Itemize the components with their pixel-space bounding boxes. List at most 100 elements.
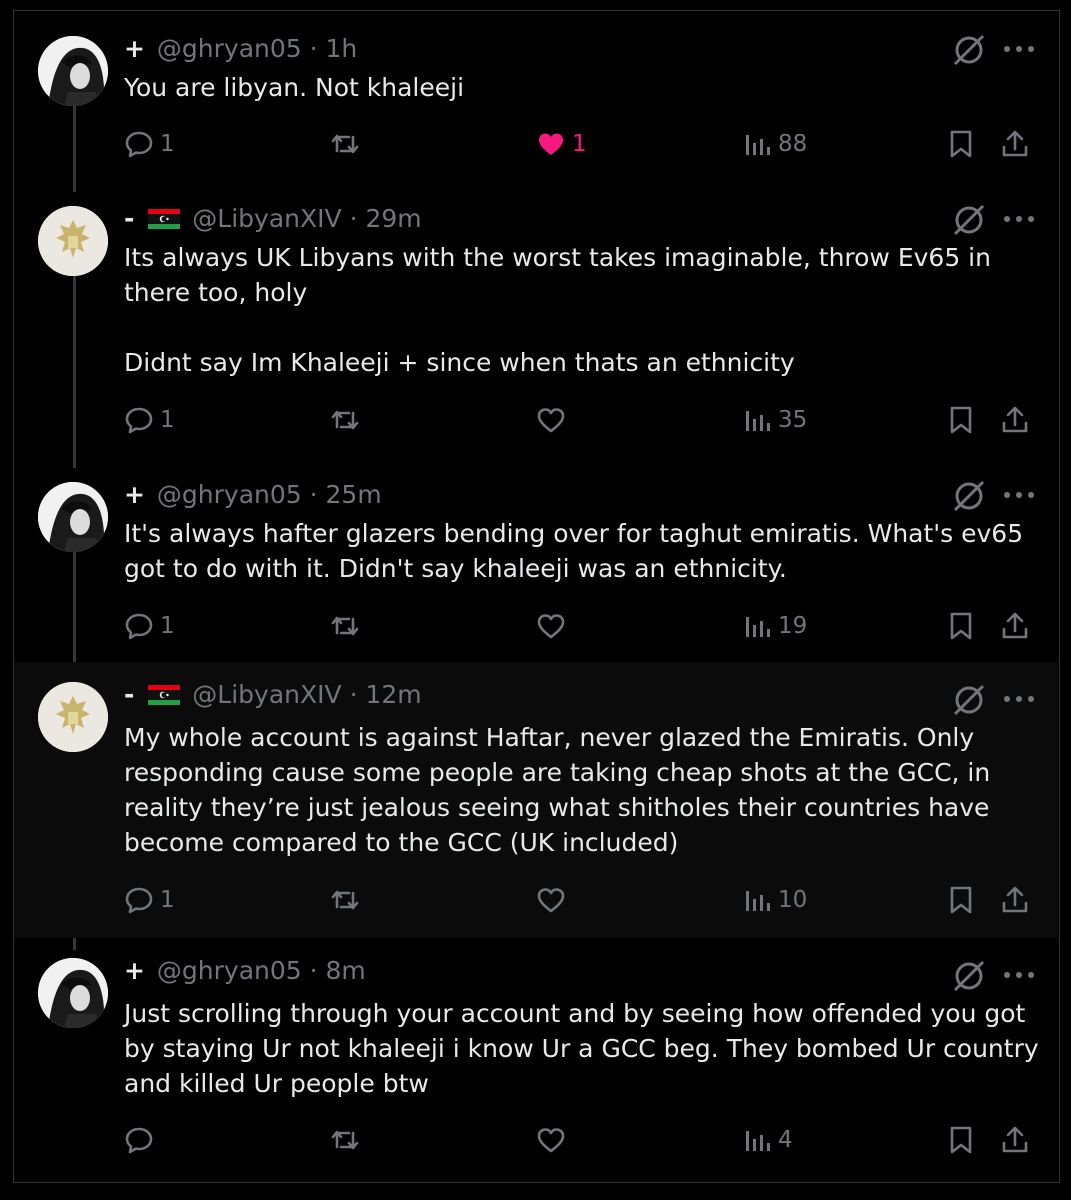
retweet-button[interactable]: [330, 124, 366, 164]
retweet-button[interactable]: [330, 880, 366, 920]
retweet-button[interactable]: [330, 606, 366, 646]
avatar[interactable]: [38, 682, 108, 752]
bookmark-icon: [950, 130, 972, 158]
like-button[interactable]: [536, 1120, 572, 1160]
avatar[interactable]: [38, 206, 108, 276]
share-button[interactable]: [1000, 880, 1030, 920]
like-button[interactable]: [536, 606, 572, 646]
views-button[interactable]: 4: [742, 1120, 793, 1160]
tweet-text: Just scrolling through your account and …: [124, 999, 1039, 1098]
user-handle[interactable]: @LibyanXIV: [192, 204, 341, 233]
timestamp[interactable]: 1h: [326, 34, 358, 63]
user-handle[interactable]: @ghryan05: [157, 34, 302, 63]
share-icon: [1002, 886, 1028, 913]
views-button[interactable]: 35: [742, 400, 807, 440]
retweet-icon: [331, 134, 359, 154]
separator-dot: ·: [349, 204, 358, 233]
reply-icon: [125, 407, 153, 434]
retweet-icon: [331, 616, 359, 636]
share-button[interactable]: [1000, 606, 1030, 646]
share-button[interactable]: [1000, 1120, 1030, 1160]
label-prefix: +: [124, 34, 145, 63]
bookmark-button[interactable]: [946, 880, 976, 920]
tweet-text: You are libyan. Not khaleeji: [124, 73, 465, 102]
views-icon: [746, 1131, 770, 1151]
tweet[interactable]: + @ghryan05 · 25m It's always hafter gla…: [14, 470, 1058, 660]
avatar[interactable]: [38, 958, 108, 1028]
views-button[interactable]: 10: [742, 880, 807, 920]
label-prefix: +: [124, 956, 145, 985]
separator-dot: ·: [309, 480, 318, 509]
grok-icon[interactable]: [951, 682, 987, 718]
more-icon[interactable]: [1002, 490, 1036, 500]
like-count: 1: [572, 131, 587, 157]
tweet-highlighted[interactable]: - @LibyanXIV · 12m My whole account is a…: [14, 662, 1058, 938]
like-icon: [537, 408, 565, 433]
share-button[interactable]: [1000, 124, 1030, 164]
action-bar: 4: [124, 1120, 1054, 1160]
like-icon: [539, 133, 563, 155]
reply-button[interactable]: 1: [124, 880, 175, 920]
user-handle[interactable]: @LibyanXIV: [192, 680, 341, 709]
reply-button[interactable]: 1: [124, 606, 175, 646]
retweet-button[interactable]: [330, 400, 366, 440]
tweet[interactable]: + @ghryan05 · 1h You are libyan. Not kha…: [14, 24, 1058, 174]
grok-icon[interactable]: [951, 958, 987, 994]
reply-count: 1: [160, 131, 175, 157]
grok-icon[interactable]: [951, 32, 987, 68]
timestamp[interactable]: 12m: [365, 680, 421, 709]
more-icon[interactable]: [1002, 214, 1036, 224]
user-handle[interactable]: @ghryan05: [157, 480, 302, 509]
views-button[interactable]: 88: [742, 124, 807, 164]
avatar[interactable]: [38, 36, 108, 106]
tweet[interactable]: + @ghryan05 · 8m Just scrolling through …: [14, 950, 1058, 1180]
libya-flag-icon: [148, 685, 181, 705]
views-icon: [746, 411, 770, 431]
timestamp[interactable]: 8m: [326, 956, 366, 985]
avatar[interactable]: [38, 482, 108, 552]
view-count: 19: [778, 613, 808, 639]
views-button[interactable]: 19: [742, 606, 807, 646]
reply-button[interactable]: [124, 1120, 160, 1160]
views-icon: [746, 891, 770, 911]
bookmark-icon: [950, 612, 972, 640]
share-icon: [1002, 130, 1028, 157]
timestamp[interactable]: 25m: [326, 480, 382, 509]
retweet-button[interactable]: [330, 1120, 366, 1160]
reply-icon: [125, 131, 153, 158]
tweet-text: Its always UK Libyans with the worst tak…: [124, 243, 991, 377]
more-icon[interactable]: [1002, 694, 1036, 704]
tweet-header: + @ghryan05 · 25m: [124, 480, 382, 509]
retweet-icon: [331, 890, 359, 910]
share-icon: [1002, 406, 1028, 433]
bookmark-button[interactable]: [946, 1120, 976, 1160]
reply-button[interactable]: 1: [124, 400, 175, 440]
view-count: 10: [778, 887, 808, 913]
like-button[interactable]: [536, 400, 572, 440]
timestamp[interactable]: 29m: [365, 204, 421, 233]
tweet[interactable]: - @LibyanXIV · 29m Its always UK Libyans…: [14, 194, 1058, 464]
grok-icon[interactable]: [951, 478, 987, 514]
separator-dot: ·: [309, 34, 318, 63]
libya-flag-icon: [148, 209, 181, 229]
user-handle[interactable]: @ghryan05: [157, 956, 302, 985]
share-button[interactable]: [1000, 400, 1030, 440]
retweet-icon: [331, 410, 359, 430]
label-prefix: -: [124, 680, 135, 709]
tweet-text: It's always hafter glazers bending over …: [124, 519, 1024, 583]
bookmark-button[interactable]: [946, 124, 976, 164]
like-button[interactable]: 1: [536, 124, 587, 164]
reply-icon: [125, 887, 153, 914]
bookmark-button[interactable]: [946, 400, 976, 440]
view-count: 88: [778, 131, 808, 157]
label-prefix: -: [124, 204, 135, 233]
like-icon: [537, 614, 565, 639]
grok-icon[interactable]: [951, 202, 987, 238]
share-icon: [1002, 1126, 1028, 1153]
views-icon: [746, 135, 770, 155]
more-icon[interactable]: [1002, 970, 1036, 980]
bookmark-button[interactable]: [946, 606, 976, 646]
reply-button[interactable]: 1: [124, 124, 175, 164]
more-icon[interactable]: [1002, 44, 1036, 54]
like-button[interactable]: [536, 880, 572, 920]
